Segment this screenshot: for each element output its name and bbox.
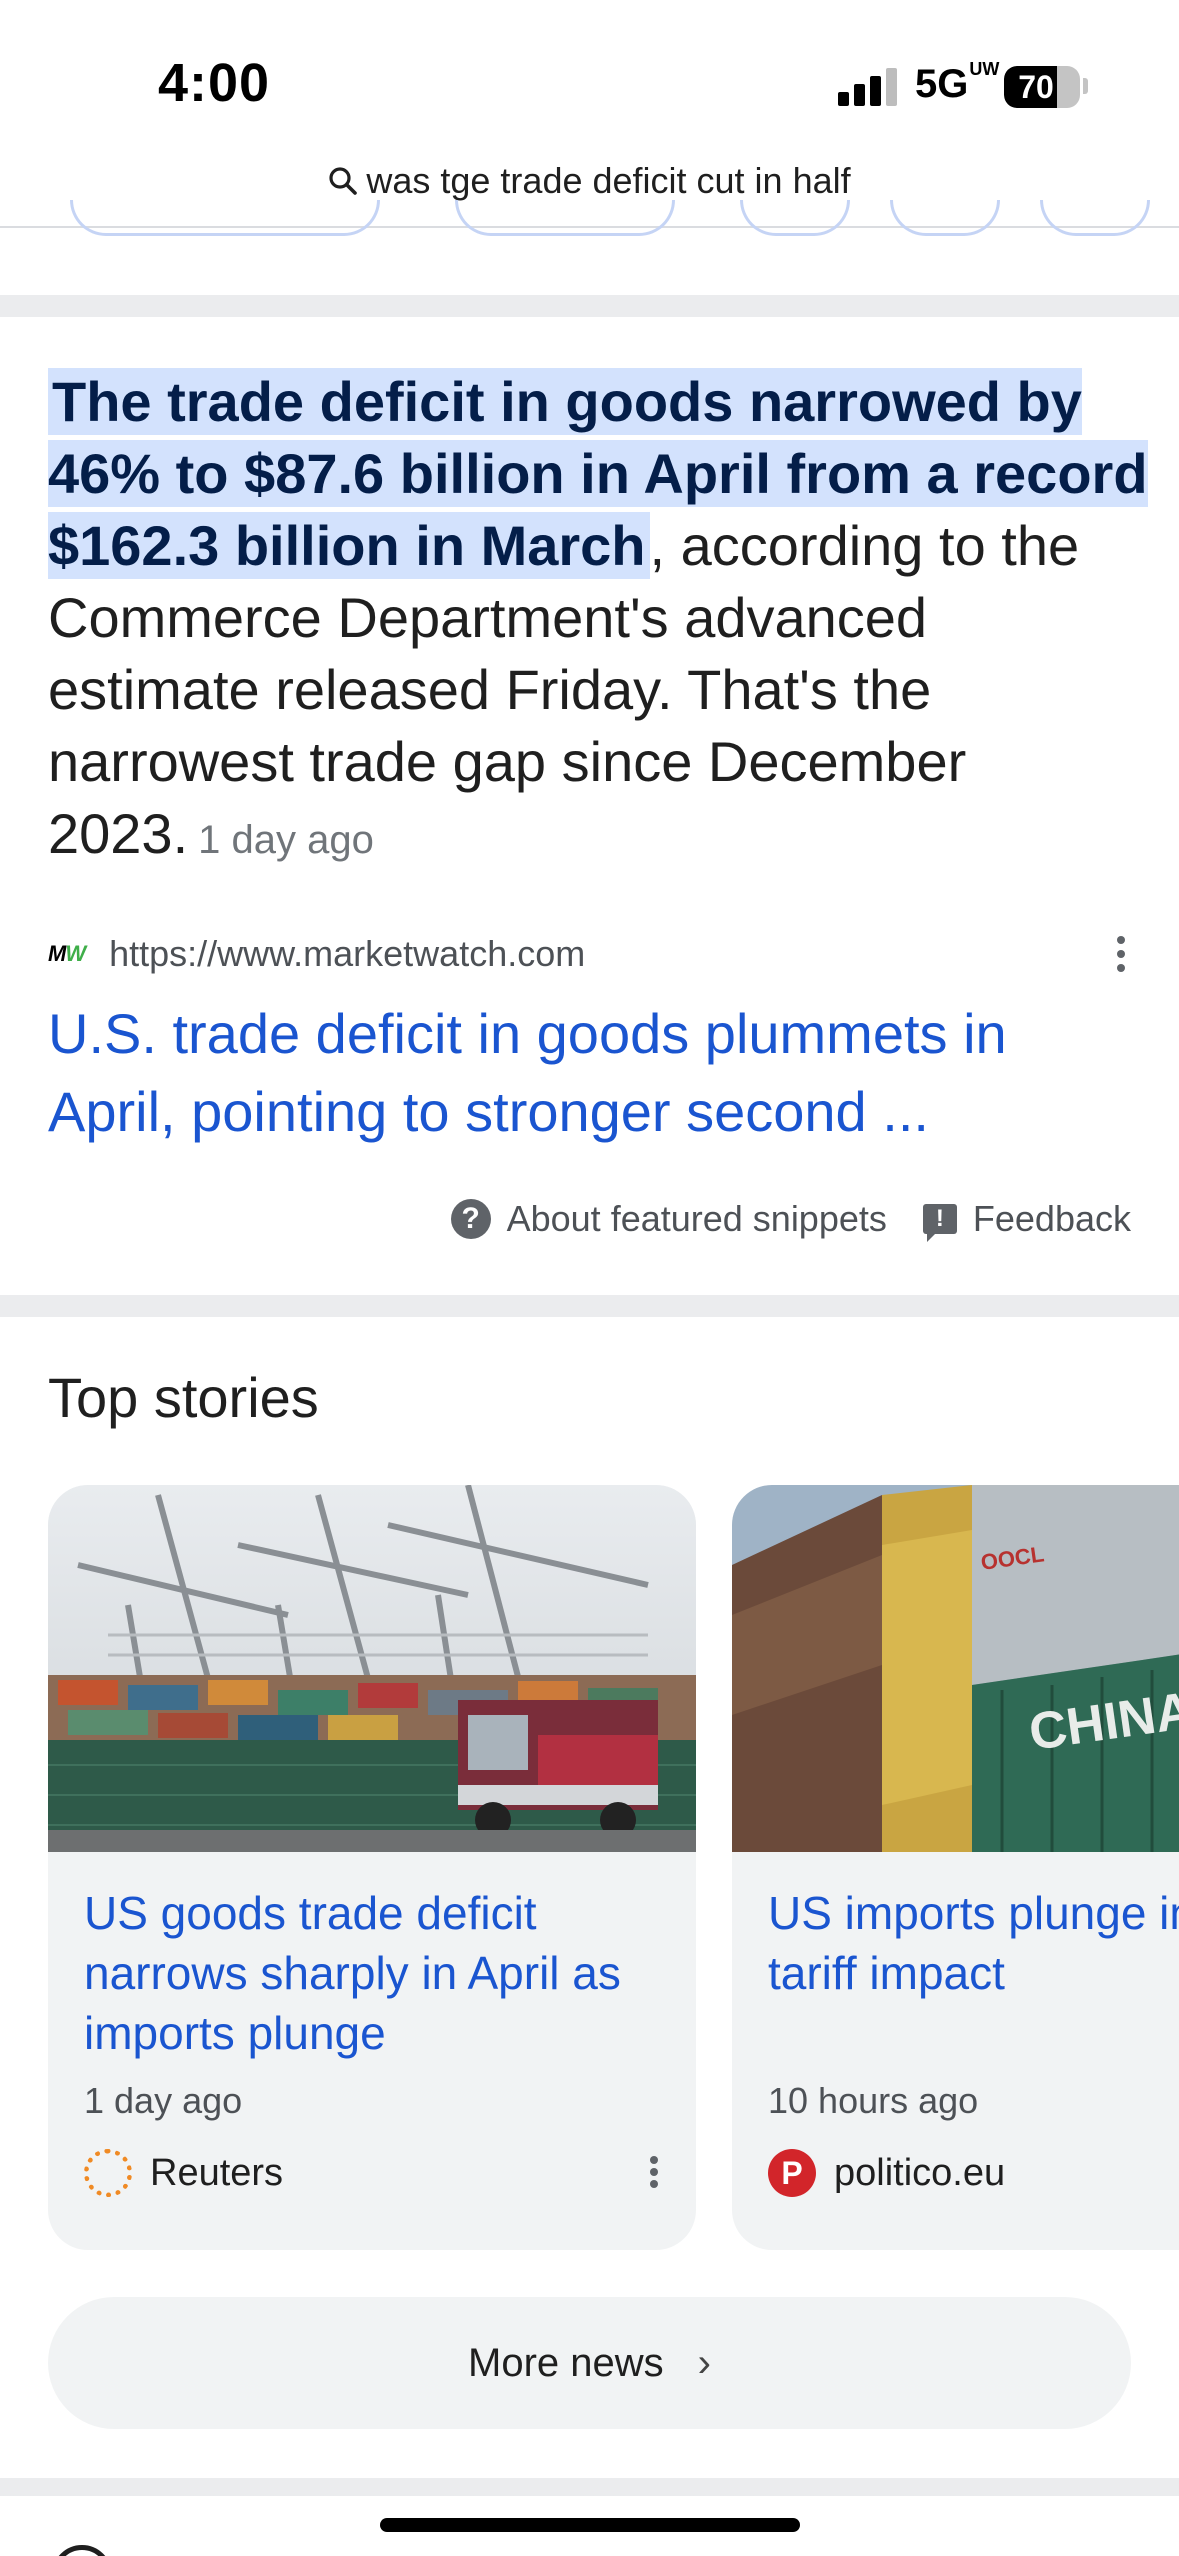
story-card[interactable]: US goods trade deficit narrows sharply i… (48, 1485, 696, 2250)
search-query-text: was tge trade deficit cut in half (366, 160, 851, 201)
filter-chip[interactable] (1040, 200, 1150, 236)
top-stories-carousel[interactable]: US goods trade deficit narrows sharply i… (48, 1485, 1179, 2250)
story-card[interactable]: CHINA SH OOCL US imports plunge in early… (732, 1485, 1179, 2250)
source-url: https://www.marketwatch.com (109, 933, 586, 974)
battery-icon: 70 (1004, 66, 1080, 108)
status-time: 4:00 (158, 53, 271, 113)
network-type: 5GUW (915, 58, 1000, 106)
chevron-right-icon: › (697, 2340, 711, 2385)
story-headline[interactable]: US imports plunge in early sign of Trump… (768, 1883, 1179, 2003)
snippet-age: 1 day ago (198, 818, 374, 862)
help-icon: ? (450, 1199, 491, 1239)
filter-chip[interactable] (455, 200, 675, 236)
cellular-signal-icon (838, 66, 898, 106)
more-options-icon[interactable] (644, 2152, 664, 2192)
filter-chip[interactable] (890, 200, 1000, 236)
story-headline[interactable]: US goods trade deficit narrows sharply i… (84, 1883, 674, 2063)
feedback-icon: ! (922, 1204, 957, 1242)
story-publisher: Reuters (84, 2148, 664, 2198)
snippet-meta-row: ? About featured snippets ! Feedback (450, 1198, 1131, 1242)
publisher-name: politico.eu (834, 2151, 1006, 2194)
story-image-shipping-containers: CHINA SH OOCL (732, 1485, 1179, 1852)
section-divider (0, 295, 1179, 317)
reuters-logo-icon (84, 2149, 132, 2197)
marketwatch-logo: MW (48, 941, 86, 966)
filter-chip[interactable] (70, 200, 380, 236)
top-stories-heading: Top stories (48, 1366, 319, 1429)
story-time: 1 day ago (84, 2080, 243, 2121)
home-indicator[interactable] (380, 2518, 800, 2532)
battery-nub (1083, 78, 1088, 94)
feedback-link[interactable]: ! Feedback (922, 1198, 1131, 1242)
filter-chip[interactable] (740, 200, 850, 236)
about-featured-snippets-link[interactable]: ? About featured snippets (450, 1198, 887, 1240)
more-news-label: More news (468, 2340, 664, 2385)
politico-logo-icon: P (768, 2149, 816, 2197)
status-bar: 4:00 5GUW 70 (0, 0, 1179, 150)
section-divider (0, 1295, 1179, 1317)
more-options-icon[interactable] (1111, 932, 1131, 976)
publisher-name: Reuters (150, 2151, 284, 2194)
about-label: About featured snippets (506, 1198, 887, 1239)
snippet-result-link[interactable]: U.S. trade deficit in goods plummets in … (48, 995, 1138, 1151)
snippet-source[interactable]: MW https://www.marketwatch.com (48, 932, 1131, 976)
search-icon (329, 167, 358, 195)
battery-percent: 70 (1018, 69, 1054, 105)
story-time: 10 hours ago (768, 2080, 979, 2121)
section-divider (0, 2478, 1179, 2496)
featured-snippet-text: The trade deficit in goods narrowed by 4… (48, 366, 1148, 876)
more-news-button[interactable]: More news › (48, 2297, 1131, 2429)
story-image-port-cranes (48, 1485, 696, 1852)
feedback-label: Feedback (972, 1198, 1131, 1239)
next-result-favicon (52, 2545, 112, 2556)
story-publisher: P politico.eu (768, 2148, 1179, 2198)
